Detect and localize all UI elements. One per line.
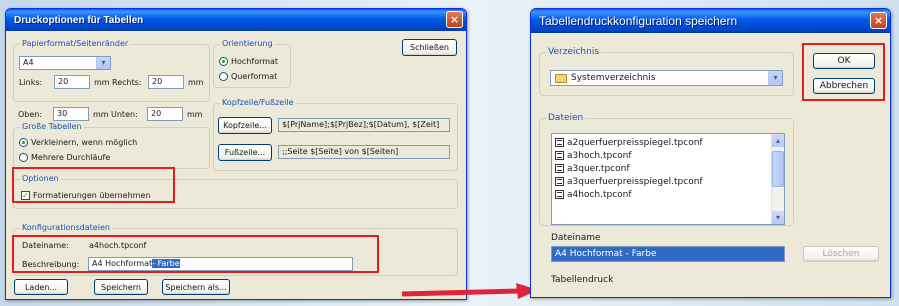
files-listbox[interactable]: a2querfuerpreisspiegel.tpconf a3hoch.tpc… [551,133,785,225]
paper-format-group: Papierformat/Seitenränder A4 ▾ Links: 20… [13,39,210,102]
file-icon [555,151,564,160]
header-footer-group-label: Kopfzeile/Fußzeile [220,98,296,107]
file-icon [555,164,564,173]
file-icon [555,138,564,147]
chevron-down-icon[interactable]: ▾ [768,71,782,85]
large-tables-group: Große Tabellen Verkleinern, wenn möglich… [13,122,210,169]
folder-icon [555,74,567,83]
dialog-title: Druckoptionen für Tabellen [14,14,144,26]
multi-pass-radio[interactable] [19,153,28,162]
files-group-label: Dateien [546,113,586,123]
file-item[interactable]: a2querfuerpreisspiegel.tpconf [555,136,784,149]
directory-value: Systemverzeichnis [571,73,656,83]
print-options-dialog: Druckoptionen für Tabellen × Papierforma… [5,8,467,300]
close-icon[interactable]: × [870,12,887,29]
right-margin-input[interactable]: 20 [148,75,184,89]
shrink-label: Verkleinern, wenn möglich [31,138,138,147]
file-item[interactable]: a3hoch.tpconf [555,149,784,162]
directory-group-label: Verzeichnis [546,47,602,57]
dialog-titlebar: Tabellendruckkonfiguration speichern × [531,9,890,33]
directory-select[interactable]: Systemverzeichnis ▾ [550,70,783,86]
scroll-thumb[interactable] [772,151,784,187]
arrow-icon [401,283,538,299]
footer-button[interactable]: Fußzeile... [218,144,272,161]
file-name: a2querfuerpreisspiegel.tpconf [567,137,703,148]
save-filename-input[interactable]: A4 Hochformat - Farbe [551,246,785,262]
close-icon[interactable]: × [446,11,463,28]
footer-field[interactable]: ;;Seite $[Seite] von $[Seiten] [278,145,450,159]
file-icon [555,177,564,186]
header-field[interactable]: $[PrjName];$[PrjBez];$[Datum], $[Zeit] [278,118,450,132]
top-margin-input[interactable]: 30 [53,107,89,121]
dialog-titlebar: Druckoptionen für Tabellen × [6,9,466,31]
left-margin-unit: mm [94,78,110,87]
load-button[interactable]: Laden... [14,279,68,295]
paper-format-value: A4 [23,58,34,67]
file-name: a3quer.tpconf [567,163,630,174]
file-icon [555,190,564,199]
orientation-group: Orientierung Hochformat Querformat [213,39,291,88]
dialog-title: Tabellendruckkonfiguration speichern [539,14,738,28]
multi-pass-label: Mehrere Durchläufe [31,153,111,162]
highlight-config [12,235,379,273]
bottom-margin-unit: mm [187,110,203,119]
save-as-button[interactable]: Speichern als... [162,279,230,295]
file-name: a3querfuerpreisspiegel.tpconf [567,176,703,187]
print-label: Tabellendruck [551,275,614,285]
config-files-group-label: Konfigurationsdateien [20,223,112,232]
chevron-down-icon[interactable]: ▾ [96,57,110,69]
shrink-radio[interactable] [19,138,28,147]
right-margin-label: Rechts: [112,78,142,87]
highlight-ok-cancel [802,43,885,101]
left-margin-label: Links: [19,78,43,87]
left-margin-input[interactable]: 20 [54,75,90,89]
portrait-radio[interactable] [219,57,228,66]
file-item[interactable]: a3quer.tpconf [555,162,784,175]
close-button[interactable]: Schließen [402,39,457,56]
file-item[interactable]: a3querfuerpreisspiegel.tpconf [555,175,784,188]
large-tables-group-label: Große Tabellen [20,122,84,131]
highlight-options [12,167,175,203]
paper-format-group-label: Papierformat/Seitenränder [20,39,131,48]
file-name: a3hoch.tpconf [567,150,632,161]
header-button[interactable]: Kopfzeile... [218,117,272,134]
orientation-group-label: Orientierung [220,39,275,48]
chevron-up-icon[interactable]: ▴ [772,134,784,147]
portrait-label: Hochformat [231,57,279,66]
save-config-dialog: Tabellendruckkonfiguration speichern × V… [530,8,891,298]
files-scrollbar[interactable]: ▴ ▾ [771,134,784,224]
chevron-down-icon[interactable]: ▾ [772,211,784,224]
landscape-radio[interactable] [219,72,228,81]
top-margin-label: Oben: [18,110,43,119]
top-margin-unit: mm [93,110,109,119]
save-button[interactable]: Speichern [94,279,148,295]
bottom-margin-label: Unten: [111,110,138,119]
header-footer-group: Kopfzeile/Fußzeile Kopfzeile... $[PrjNam… [213,98,458,171]
directory-group: Verzeichnis Systemverzeichnis ▾ [539,47,794,96]
paper-format-select[interactable]: A4 ▾ [19,56,111,70]
file-item[interactable]: a4hoch.tpconf [555,188,784,201]
file-name: a4hoch.tpconf [567,189,632,200]
right-margin-unit: mm [188,78,204,87]
delete-button[interactable]: Löschen [803,246,879,262]
bottom-margin-input[interactable]: 20 [147,107,183,121]
save-filename-label: Dateiname [551,233,601,243]
landscape-label: Querformat [231,72,278,81]
